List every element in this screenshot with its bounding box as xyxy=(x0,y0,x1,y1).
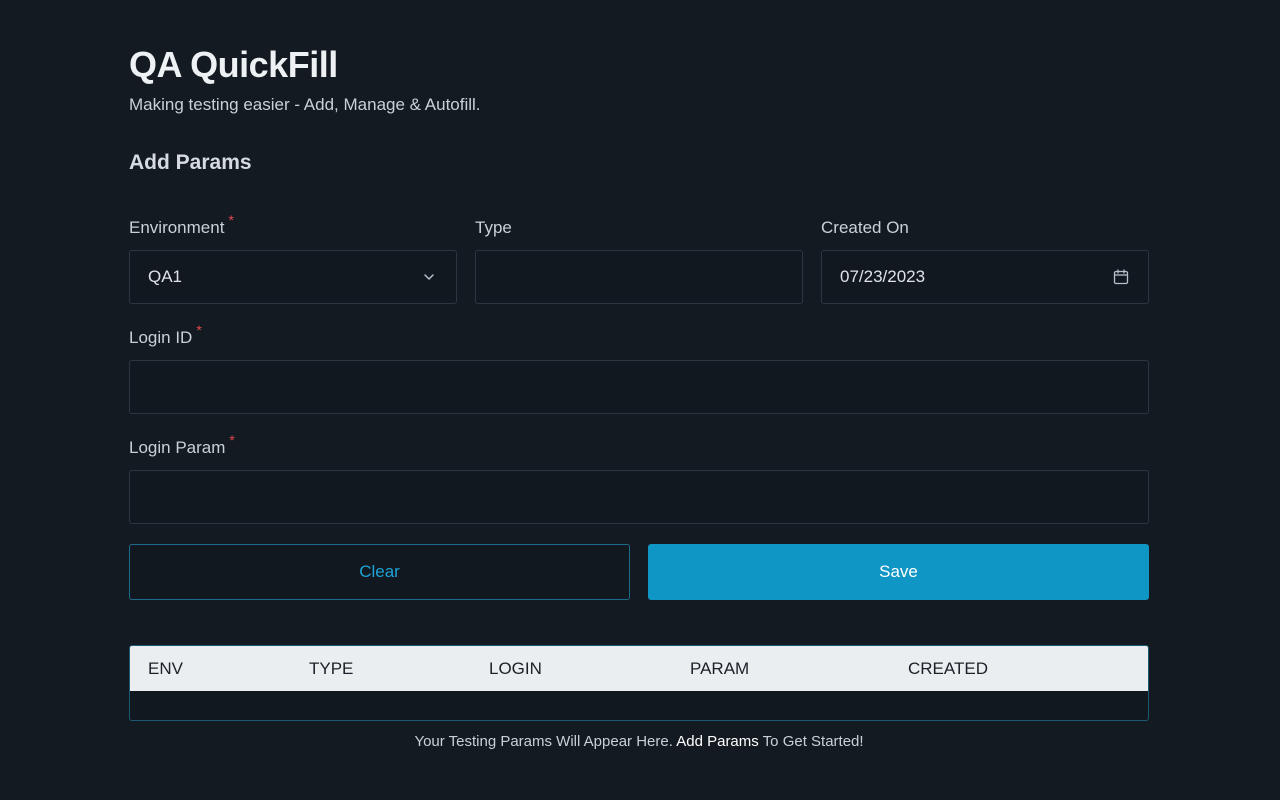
add-params-link[interactable]: Add Params xyxy=(676,733,759,750)
required-marker: * xyxy=(196,322,202,338)
chevron-down-icon xyxy=(420,268,438,286)
login-param-label: Login Param * xyxy=(129,432,235,460)
table-header: ENV TYPE LOGIN PARAM CREATED xyxy=(130,646,1148,691)
clear-button[interactable]: Clear xyxy=(129,544,630,600)
login-param-field: Login Param * xyxy=(129,432,1149,524)
type-label: Type xyxy=(475,218,512,237)
column-header-type[interactable]: TYPE xyxy=(309,646,353,691)
app-title: QA QuickFill xyxy=(129,44,338,85)
app-page: QA QuickFill Making testing easier - Add… xyxy=(0,0,1280,800)
empty-state-suffix: To Get Started! xyxy=(758,733,864,750)
required-marker: * xyxy=(229,432,235,448)
required-marker: * xyxy=(228,212,234,228)
login-id-label-text: Login ID xyxy=(129,328,193,347)
created-on-field: Created On 07/23/2023 xyxy=(821,216,1149,304)
save-button[interactable]: Save xyxy=(648,544,1149,600)
empty-state-prefix: Your Testing Params Will Appear Here. xyxy=(414,733,677,750)
created-on-label: Created On xyxy=(821,218,909,237)
login-param-input[interactable] xyxy=(129,470,1149,524)
type-field: Type xyxy=(475,216,803,304)
column-header-login[interactable]: LOGIN xyxy=(489,646,542,691)
login-id-input[interactable] xyxy=(129,360,1149,414)
column-header-param[interactable]: PARAM xyxy=(690,646,749,691)
calendar-icon[interactable] xyxy=(1112,268,1130,286)
login-param-label-text: Login Param xyxy=(129,438,226,457)
column-header-created[interactable]: CREATED xyxy=(908,646,988,691)
environment-field: Environment * QA1 xyxy=(129,212,457,304)
created-on-value: 07/23/2023 xyxy=(840,267,926,286)
app-subtitle: Making testing easier - Add, Manage & Au… xyxy=(129,95,481,114)
section-title: Add Params xyxy=(129,151,252,174)
environment-label-text: Environment xyxy=(129,218,225,237)
login-id-label: Login ID * xyxy=(129,322,202,350)
type-input[interactable] xyxy=(475,250,803,304)
empty-state-message: Your Testing Params Will Appear Here. Ad… xyxy=(129,733,1149,750)
created-on-date-input[interactable]: 07/23/2023 xyxy=(821,250,1149,304)
environment-label: Environment * xyxy=(129,212,234,240)
params-table: ENV TYPE LOGIN PARAM CREATED xyxy=(129,645,1149,721)
environment-select[interactable]: QA1 xyxy=(129,250,457,304)
login-id-field: Login ID * xyxy=(129,322,1149,414)
column-header-env[interactable]: ENV xyxy=(148,646,183,691)
environment-value: QA1 xyxy=(148,267,183,286)
